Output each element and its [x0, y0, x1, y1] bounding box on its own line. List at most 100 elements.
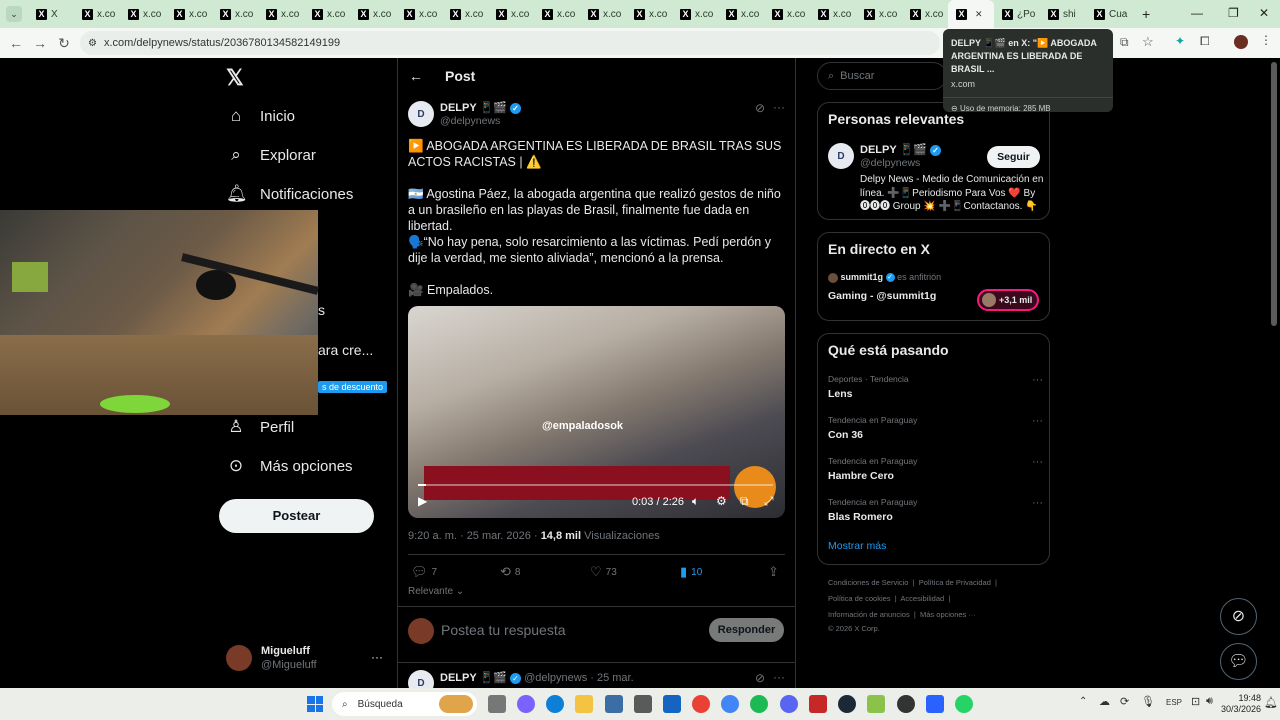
- calculator-icon[interactable]: [605, 695, 623, 713]
- reload-icon[interactable]: ↻: [52, 35, 76, 52]
- tray-chevron-icon[interactable]: ⌃: [1079, 696, 1087, 707]
- browser-tab[interactable]: Xx.co: [442, 0, 488, 28]
- trend-item[interactable]: Tendencia en Paraguay Hambre Cero ···: [828, 456, 1043, 482]
- browser-tab[interactable]: XX: [28, 0, 74, 28]
- spotify-icon[interactable]: [750, 695, 768, 713]
- browser-tab[interactable]: X ✕: [948, 0, 994, 28]
- live-host-row[interactable]: summit1g ✓ es anfitrión: [828, 272, 941, 283]
- edge-icon[interactable]: [546, 695, 564, 713]
- footer-link[interactable]: Política de cookies: [828, 594, 891, 603]
- browser-tab[interactable]: Xx.co: [166, 0, 212, 28]
- follow-button[interactable]: Seguir: [987, 146, 1040, 168]
- back-arrow-icon[interactable]: ←: [409, 68, 423, 84]
- browser-tab[interactable]: X ¿Po: [994, 0, 1040, 28]
- trend-item[interactable]: Tendencia en Paraguay Blas Romero ···: [828, 497, 1043, 523]
- trend-item[interactable]: Deportes · Tendencia Lens ···: [828, 374, 1043, 400]
- discord-icon[interactable]: [780, 695, 798, 713]
- whatsapp-icon[interactable]: [955, 695, 973, 713]
- grok-icon[interactable]: ⊘: [755, 101, 765, 115]
- extensions-puzzle-icon[interactable]: ⧠: [1200, 34, 1210, 49]
- outlook-icon[interactable]: [663, 695, 681, 713]
- messages-fab-icon[interactable]: 💬︎: [1220, 643, 1257, 680]
- reply-button[interactable]: 💬︎ 7: [411, 564, 437, 580]
- windows-start-icon[interactable]: [307, 696, 323, 712]
- live-stream-title[interactable]: Gaming - @summit1g: [828, 290, 936, 302]
- browser-tab[interactable]: Xx.co: [626, 0, 672, 28]
- repost-button[interactable]: ⟲ 8: [500, 564, 520, 580]
- store-icon[interactable]: [634, 695, 652, 713]
- trend-item[interactable]: Tendencia en Paraguay Con 36 ···: [828, 415, 1043, 441]
- nav-item-home[interactable]: ⌂ Inicio: [226, 106, 295, 126]
- like-button[interactable]: ♡ 73: [590, 564, 617, 580]
- taskbar-search[interactable]: ⌕ Búsqueda: [332, 692, 477, 716]
- grok-icon[interactable]: ⊘: [755, 671, 765, 685]
- video-progress-bar[interactable]: [418, 484, 773, 486]
- trend-more-icon[interactable]: ···: [1032, 374, 1043, 386]
- address-bar[interactable]: ⚙ x.com/delpynews/status/203678013458214…: [80, 31, 940, 55]
- copilot-icon[interactable]: [517, 695, 535, 713]
- author-handle[interactable]: @delpynews: [440, 115, 500, 127]
- relevant-name-row[interactable]: DELPY 📱🎬 ✓: [860, 143, 941, 156]
- obs-icon[interactable]: [897, 695, 915, 713]
- extension-icon[interactable]: ✦: [1175, 34, 1185, 48]
- grok-fab-icon[interactable]: ⊘: [1220, 598, 1257, 635]
- footer-link[interactable]: Accesibilidad: [900, 594, 944, 603]
- app-icon[interactable]: [867, 695, 885, 713]
- browser-tab[interactable]: Xx.co: [672, 0, 718, 28]
- trend-more-icon[interactable]: ···: [1032, 456, 1043, 468]
- clock[interactable]: 19:48 30/3/2026: [1221, 693, 1261, 715]
- microphone-icon[interactable]: 🎙︎: [1141, 695, 1155, 708]
- search-input[interactable]: ⌕ Buscar: [817, 62, 947, 90]
- sort-dropdown[interactable]: Relevante ⌄: [408, 586, 464, 597]
- relevant-handle[interactable]: @delpynews: [860, 157, 920, 169]
- notifications-icon[interactable]: 🔔︎: [1264, 696, 1278, 709]
- account-avatar[interactable]: [226, 645, 252, 671]
- settings-icon[interactable]: ⚙: [716, 494, 727, 508]
- volume-icon[interactable]: 🔊︎: [1206, 695, 1213, 708]
- back-icon[interactable]: ←: [4, 35, 28, 51]
- steam-icon[interactable]: [838, 695, 856, 713]
- browser-tab[interactable]: Xx.co: [856, 0, 902, 28]
- cloud-icon[interactable]: ☁: [1099, 695, 1110, 708]
- sync-icon[interactable]: ⟳: [1120, 695, 1129, 708]
- app-icon[interactable]: [926, 695, 944, 713]
- show-more-link[interactable]: Mostrar más: [828, 540, 886, 552]
- minimize-icon[interactable]: —: [1191, 6, 1203, 20]
- browser-tab[interactable]: Xx.co: [534, 0, 580, 28]
- language-indicator[interactable]: ESP: [1166, 698, 1182, 707]
- nav-item-profile[interactable]: ♙ Perfil: [226, 417, 294, 437]
- browser-tab[interactable]: Xshi: [1040, 0, 1086, 28]
- browser-tab[interactable]: Xx.co: [396, 0, 442, 28]
- video-player[interactable]: @empaladosok ▶ 0:03 / 2:26 🔈︎ ⚙ ⧉ ⤢: [408, 306, 785, 518]
- tab-search-dropdown-icon[interactable]: ⌄: [6, 6, 22, 22]
- chrome-icon[interactable]: [692, 695, 710, 713]
- browser-tab[interactable]: Xx.co: [764, 0, 810, 28]
- file-explorer-icon[interactable]: [575, 695, 593, 713]
- new-tab-button[interactable]: +: [1142, 6, 1150, 22]
- site-info-icon[interactable]: ⚙: [88, 38, 97, 49]
- pip-icon[interactable]: ⧉: [740, 494, 749, 509]
- next-author-name[interactable]: DELPY 📱🎬: [440, 672, 507, 684]
- browser-tab[interactable]: X Cua: [1086, 0, 1132, 28]
- browser-tab[interactable]: Xx.co: [902, 0, 948, 28]
- browser-tab[interactable]: Xx.co: [74, 0, 120, 28]
- chrome-profile-icon[interactable]: [721, 695, 739, 713]
- forward-icon[interactable]: →: [28, 35, 52, 51]
- reply-input[interactable]: Postea tu respuesta: [441, 622, 566, 638]
- chrome-menu-icon[interactable]: ⋮: [1260, 33, 1272, 47]
- bookmark-button[interactable]: ▮ 10: [680, 564, 702, 580]
- network-icon[interactable]: ⊡: [1191, 695, 1200, 708]
- account-menu-icon[interactable]: ···: [371, 650, 383, 664]
- post-more-icon[interactable]: ···: [773, 100, 785, 114]
- task-view-icon[interactable]: [488, 695, 506, 713]
- nav-item-explore[interactable]: ⌕ Explorar: [226, 145, 316, 165]
- browser-tab[interactable]: Xx.co: [304, 0, 350, 28]
- trend-more-icon[interactable]: ···: [1032, 415, 1043, 427]
- share-button[interactable]: ⇪: [768, 564, 779, 580]
- fullscreen-icon[interactable]: ⤢: [764, 494, 774, 509]
- footer-link[interactable]: Más opciones ···: [920, 610, 976, 619]
- footer-link[interactable]: Política de Privacidad: [919, 578, 991, 587]
- close-tab-icon[interactable]: ✕: [975, 9, 983, 20]
- post-more-icon[interactable]: ···: [773, 670, 785, 684]
- browser-tab[interactable]: Xx.co: [120, 0, 166, 28]
